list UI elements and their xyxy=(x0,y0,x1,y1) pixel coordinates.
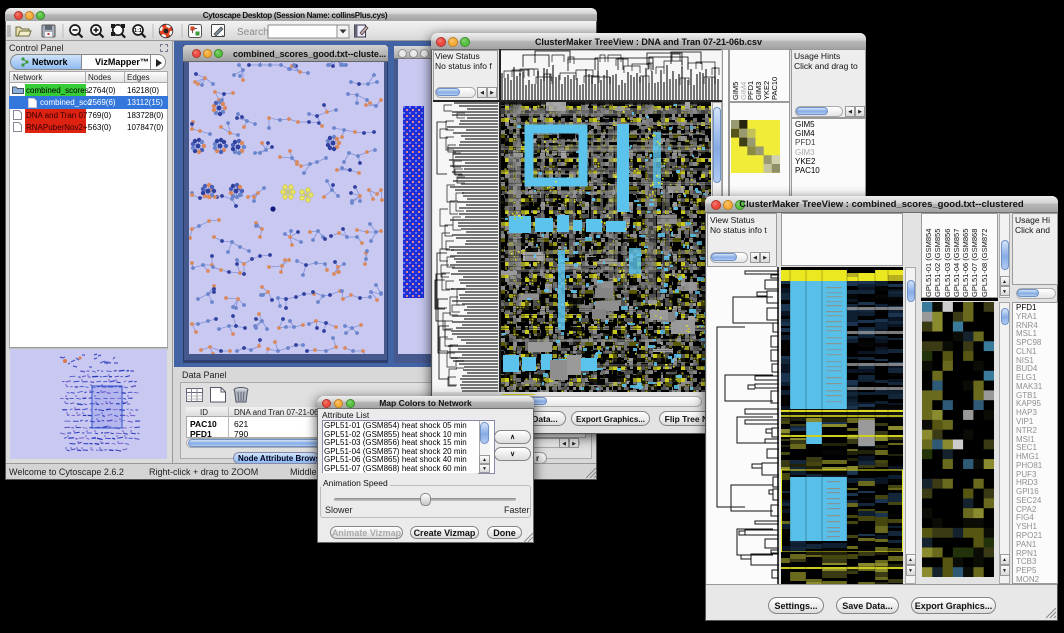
svg-text:GPL51-02 (GSM855: GPL51-02 (GSM855 xyxy=(933,229,942,297)
svg-text:GPL51-04 (GSM857: GPL51-04 (GSM857 xyxy=(952,229,961,297)
svg-text:GPL51-08 (GSM872: GPL51-08 (GSM872 xyxy=(980,229,989,297)
svg-text:GPL51-06 (GSM865: GPL51-06 (GSM865 xyxy=(961,229,970,297)
svg-text:GPL51-03 (GSM856: GPL51-03 (GSM856 xyxy=(943,229,952,297)
svg-text:Search:: Search: xyxy=(237,27,271,38)
svg-text:GPL51-07 (GSM868: GPL51-07 (GSM868 xyxy=(970,229,979,297)
svg-text:1:1: 1:1 xyxy=(134,28,142,34)
svg-text:GPL51-01 (GSM854: GPL51-01 (GSM854 xyxy=(924,229,933,297)
